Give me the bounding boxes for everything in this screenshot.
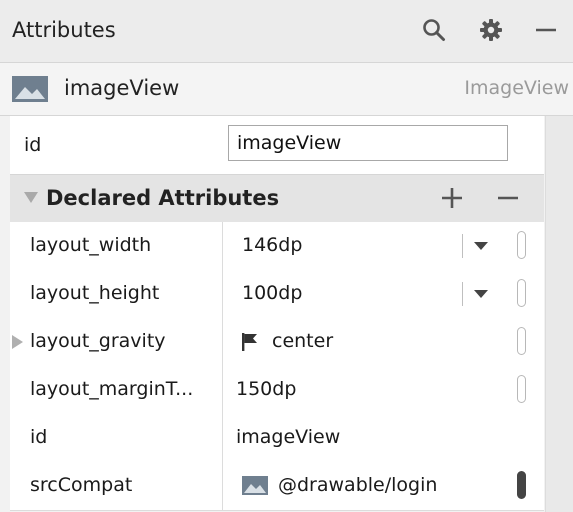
attribute-value[interactable]: center [272, 330, 333, 352]
column-divider [222, 318, 223, 366]
attribute-row-src-compat[interactable]: srcCompat @drawable/login [10, 462, 544, 511]
column-divider [222, 222, 223, 270]
attribute-name: layout_gravity [30, 330, 166, 352]
attribute-row-layout-gravity[interactable]: layout_gravity center [10, 318, 544, 367]
attribute-value[interactable]: @drawable/login [278, 474, 437, 496]
attribute-row-layout-margin-top[interactable]: layout_marginT... 150dp [10, 366, 544, 415]
search-button[interactable] [414, 10, 454, 50]
attribute-value[interactable]: 146dp [242, 234, 302, 256]
attribute-name: srcCompat [30, 474, 133, 496]
panel-title: Attributes [12, 18, 116, 42]
dropdown-separator [462, 234, 463, 258]
id-input[interactable] [228, 125, 508, 161]
resource-picker[interactable] [517, 231, 526, 259]
flag-icon [242, 333, 257, 351]
minimize-button[interactable] [526, 10, 566, 50]
column-divider [222, 270, 223, 318]
declared-attributes-header[interactable]: Declared Attributes [10, 174, 544, 224]
column-divider [222, 462, 223, 510]
remove-attribute-button[interactable] [490, 179, 526, 217]
resource-picker[interactable] [517, 279, 526, 307]
component-name: imageView [64, 76, 180, 100]
search-icon [423, 19, 445, 41]
id-row: id [10, 116, 544, 174]
resource-picker[interactable] [517, 327, 526, 355]
id-label: id [24, 134, 42, 156]
attribute-value[interactable]: 150dp [236, 378, 296, 400]
component-row: imageView ImageView [0, 63, 573, 116]
gear-icon [480, 19, 502, 41]
image-icon [242, 476, 268, 495]
attribute-value[interactable]: 100dp [242, 282, 302, 304]
minus-icon [498, 196, 518, 200]
attribute-name: layout_marginT... [30, 378, 194, 400]
image-icon [12, 76, 48, 102]
add-attribute-button[interactable] [434, 179, 470, 217]
expand-caret-icon[interactable] [12, 335, 23, 349]
attribute-value[interactable]: imageView [236, 426, 340, 448]
attribute-name: layout_height [30, 282, 160, 304]
dropdown-separator [462, 282, 463, 306]
attribute-row-id[interactable]: id imageView [10, 414, 544, 463]
settings-button[interactable] [471, 10, 511, 50]
collapse-caret-icon[interactable] [24, 192, 38, 204]
column-divider [222, 366, 223, 414]
resource-picker[interactable] [517, 375, 526, 403]
resource-picker[interactable] [517, 471, 526, 499]
dropdown-arrow-icon[interactable] [474, 242, 488, 251]
vertical-scrollbar[interactable] [545, 116, 573, 512]
attribute-name: id [30, 426, 48, 448]
attribute-name: layout_width [30, 234, 152, 256]
attributes-panel: Attributes imageView ImageView id imageV… [0, 0, 573, 512]
minimize-icon [536, 28, 556, 32]
attribute-row-layout-height[interactable]: layout_height 100dp [10, 270, 544, 319]
dropdown-arrow-icon[interactable] [474, 290, 488, 299]
plus-icon [442, 188, 462, 208]
component-type: ImageView [464, 77, 569, 99]
column-divider [222, 414, 223, 462]
attribute-row-layout-width[interactable]: layout_width 146dp [10, 222, 544, 271]
section-title: Declared Attributes [46, 186, 280, 210]
panel-header: Attributes [0, 0, 573, 63]
